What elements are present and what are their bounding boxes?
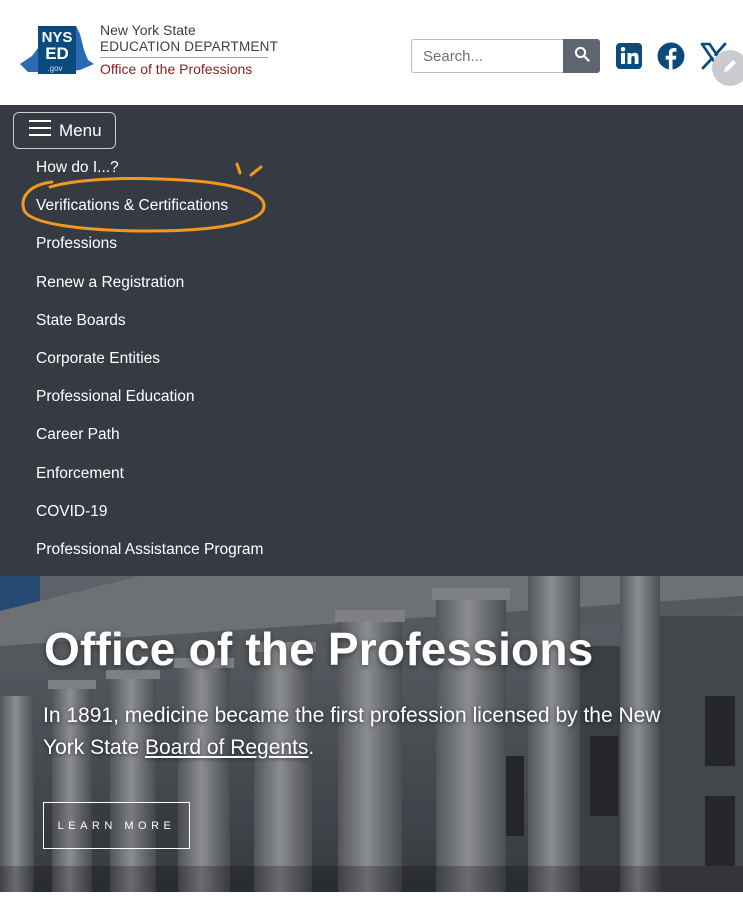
nav-item-professional-education[interactable]: Professional Education (36, 387, 263, 425)
nav-item-verifications[interactable]: Verifications & Certifications (36, 196, 263, 234)
search-button[interactable] (563, 39, 600, 73)
nav-item-renew-registration[interactable]: Renew a Registration (36, 273, 263, 311)
nav-item-career-path[interactable]: Career Path (36, 425, 263, 463)
nav-item-state-boards[interactable]: State Boards (36, 311, 263, 349)
nav-item-enforcement[interactable]: Enforcement (36, 464, 263, 502)
nysed-logo[interactable]: NYS ED .gov (18, 20, 96, 78)
logo-badge-line2: ED (45, 44, 69, 63)
linkedin-icon[interactable] (615, 42, 643, 70)
menu-toggle-button[interactable]: Menu (13, 112, 116, 149)
hero-subtitle: In 1891, medicine became the first profe… (43, 700, 703, 764)
hero-subtitle-text: In 1891, medicine became the first profe… (43, 704, 661, 759)
search-form (411, 39, 600, 73)
pencil-icon (721, 57, 739, 80)
nav-item-how-do-i[interactable]: How do I...? (36, 158, 263, 196)
search-input[interactable] (411, 39, 563, 73)
search-icon (574, 46, 590, 67)
hero-subtitle-period: . (308, 736, 315, 759)
hamburger-icon (29, 119, 51, 142)
page-bottom-edge (0, 892, 743, 897)
facebook-icon[interactable] (657, 42, 685, 70)
site-header: NYS ED .gov New York State EDUCATION DEP… (0, 0, 743, 105)
board-of-regents-link[interactable]: Board of Regents (145, 736, 308, 759)
nav-item-professional-assistance[interactable]: Professional Assistance Program (36, 540, 263, 578)
nav-item-covid-19[interactable]: COVID-19 (36, 502, 263, 540)
nav-item-corporate-entities[interactable]: Corporate Entities (36, 349, 263, 387)
logo-wordmark[interactable]: New York State EDUCATION DEPARTMENT Offi… (100, 22, 278, 78)
logo-office: Office of the Professions (100, 61, 253, 77)
nav-item-professions[interactable]: Professions (36, 234, 263, 272)
logo-state: New York State (100, 22, 196, 38)
main-navigation: Menu How do I...? Verifications & Certif… (0, 105, 743, 576)
logo-badge-line3: .gov (47, 64, 62, 73)
hero-banner: Office of the Professions In 1891, medic… (0, 576, 743, 892)
menu-label: Menu (59, 120, 102, 140)
logo-divider (100, 57, 268, 58)
hero-title: Office of the Professions (44, 623, 594, 675)
learn-more-button[interactable]: LEARN MORE (43, 802, 190, 849)
logo-department: EDUCATION DEPARTMENT (100, 39, 279, 54)
edit-pencil-button[interactable] (712, 50, 743, 86)
nav-menu-list: How do I...? Verifications & Certificati… (36, 158, 263, 578)
